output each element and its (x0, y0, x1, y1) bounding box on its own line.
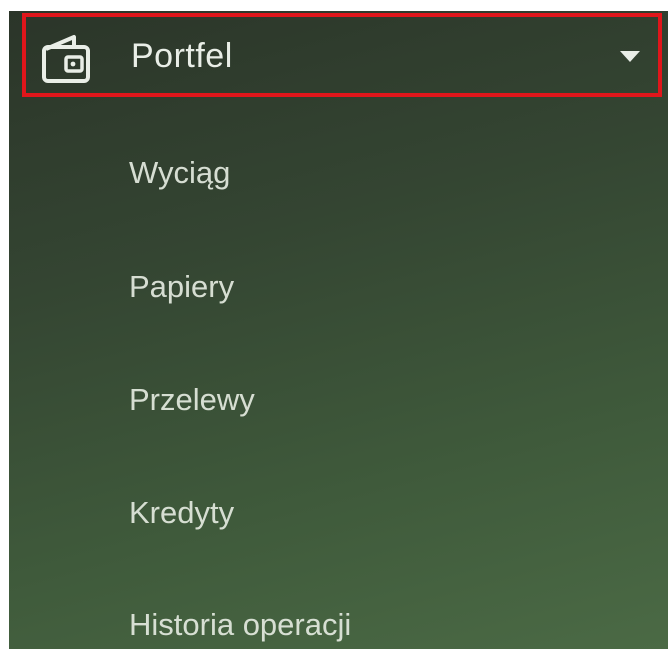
submenu-item-przelewy[interactable]: Przelewy (129, 382, 255, 418)
submenu-item-wyciag[interactable]: Wyciąg (129, 155, 230, 191)
submenu-item-papiery[interactable]: Papiery (129, 269, 234, 305)
sidebar-menu: Portfel Wyciąg Papiery Przelewy Kredyty … (9, 11, 668, 649)
submenu-item-historia-operacji[interactable]: Historia operacji (129, 607, 351, 643)
submenu: Wyciąg Papiery Przelewy Kredyty Historia… (9, 11, 668, 649)
submenu-item-kredyty[interactable]: Kredyty (129, 495, 234, 531)
